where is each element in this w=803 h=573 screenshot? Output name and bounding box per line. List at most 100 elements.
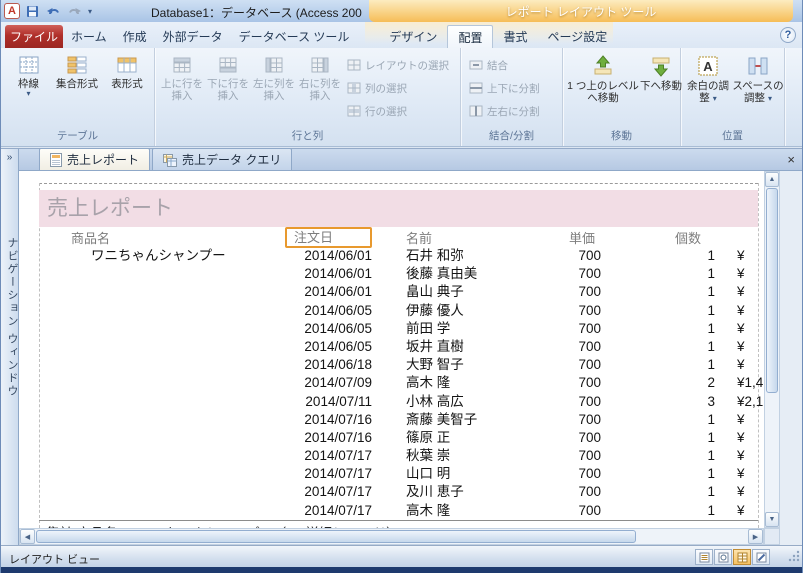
tab-create[interactable]: 作成	[115, 25, 155, 48]
cell-order-date[interactable]: 2014/07/16	[279, 411, 372, 429]
redo-button[interactable]	[66, 3, 83, 20]
tab-format[interactable]: 書式	[493, 25, 537, 48]
cell-name[interactable]: 斎藤 美智子	[406, 411, 477, 429]
cell-name[interactable]: 前田 学	[406, 320, 450, 338]
cell-quantity[interactable]: 1	[659, 283, 715, 301]
cell-quantity[interactable]: 1	[659, 302, 715, 320]
stacked-layout-button[interactable]: 集合形式	[52, 51, 102, 129]
report-title[interactable]: 売上レポート	[39, 190, 758, 227]
cell-quantity[interactable]: 1	[659, 320, 715, 338]
vertical-scrollbar[interactable]: ▲ ▼	[764, 171, 780, 528]
cell-total[interactable]: ¥	[737, 283, 745, 301]
horizontal-scrollbar[interactable]: ◀ ▶	[19, 528, 764, 545]
cell-name[interactable]: 石井 和弥	[406, 247, 464, 265]
cell-total[interactable]: ¥	[737, 465, 745, 483]
cell-order-date[interactable]: 2014/06/01	[279, 265, 372, 283]
cell-total[interactable]: ¥2,1	[737, 393, 763, 411]
tab-home[interactable]: ホーム	[63, 25, 115, 48]
cell-total[interactable]: ¥	[737, 447, 745, 465]
design-view-button[interactable]	[752, 549, 770, 565]
header-quantity[interactable]: 個数	[639, 230, 701, 247]
cell-unit-price[interactable]: 700	[540, 447, 601, 465]
tab-design[interactable]: デザイン	[379, 25, 447, 48]
cell-total[interactable]: ¥	[737, 356, 745, 374]
close-document-button[interactable]: ×	[787, 152, 795, 168]
cell-unit-price[interactable]: 700	[540, 411, 601, 429]
cell-total[interactable]: ¥	[737, 338, 745, 356]
nav-pane-expand-button[interactable]: »	[1, 149, 18, 167]
access-app-icon[interactable]: A	[4, 3, 20, 19]
cell-unit-price[interactable]: 700	[540, 393, 601, 411]
select-layout-button[interactable]: レイアウトの選択	[343, 55, 453, 75]
cell-order-date[interactable]: 2014/07/17	[279, 483, 372, 501]
insert-column-left-button[interactable]: 左に列を挿入	[251, 51, 297, 129]
cell-total[interactable]: ¥	[737, 429, 745, 447]
scroll-up-button[interactable]: ▲	[765, 172, 779, 187]
cell-unit-price[interactable]: 700	[540, 338, 601, 356]
cell-quantity[interactable]: 1	[659, 447, 715, 465]
layout-view-button[interactable]	[733, 549, 751, 565]
cell-product[interactable]: ワニちゃんシャンプー	[91, 247, 226, 265]
tab-arrange[interactable]: 配置	[447, 25, 494, 48]
cell-order-date[interactable]: 2014/06/01	[279, 247, 372, 265]
adjust-margins-button[interactable]: A 余白の調整 ▾	[685, 51, 731, 129]
cell-quantity[interactable]: 1	[659, 483, 715, 501]
tab-database-tools[interactable]: データベース ツール	[231, 25, 358, 48]
cell-name[interactable]: 大野 智子	[406, 356, 464, 374]
split-vertical-button[interactable]: 上下に分割	[465, 78, 544, 98]
cell-unit-price[interactable]: 700	[540, 302, 601, 320]
cell-order-date[interactable]: 2014/06/05	[279, 320, 372, 338]
navigation-pane-collapsed[interactable]: » ナビゲーション ウィンドウ	[1, 148, 19, 545]
cell-order-date[interactable]: 2014/07/16	[279, 429, 372, 447]
header-name[interactable]: 名前	[406, 230, 432, 247]
cell-order-date[interactable]: 2014/07/17	[279, 465, 372, 483]
insert-row-above-button[interactable]: 上に行を挿入	[159, 51, 205, 129]
cell-order-date[interactable]: 2014/06/01	[279, 283, 372, 301]
cell-unit-price[interactable]: 700	[540, 356, 601, 374]
cell-total[interactable]: ¥	[737, 411, 745, 429]
cell-order-date[interactable]: 2014/07/17	[279, 447, 372, 465]
adjust-spacing-button[interactable]: スペースの調整 ▾	[731, 51, 785, 129]
cell-unit-price[interactable]: 700	[540, 465, 601, 483]
scroll-right-button[interactable]: ▶	[748, 529, 763, 544]
merge-button[interactable]: 結合	[465, 55, 544, 75]
cell-order-date[interactable]: 2014/06/05	[279, 338, 372, 356]
save-button[interactable]	[24, 3, 41, 20]
cell-name[interactable]: 秋葉 崇	[406, 447, 450, 465]
gridlines-button[interactable]: 枠線 ▾	[5, 51, 52, 129]
cell-total[interactable]: ¥	[737, 502, 745, 520]
select-row-button[interactable]: 行の選択	[343, 101, 453, 121]
cell-quantity[interactable]: 1	[659, 411, 715, 429]
cell-quantity[interactable]: 3	[659, 393, 715, 411]
undo-button[interactable]	[45, 3, 62, 20]
cell-unit-price[interactable]: 700	[540, 502, 601, 520]
cell-name[interactable]: 後藤 真由美	[406, 265, 477, 283]
qat-customize-dropdown[interactable]: ▾	[88, 7, 92, 16]
cell-quantity[interactable]: 1	[659, 429, 715, 447]
cell-order-date[interactable]: 2014/06/18	[279, 356, 372, 374]
report-title-band[interactable]: 売上レポート	[39, 190, 758, 227]
tabular-layout-button[interactable]: 表形式	[102, 51, 152, 129]
cell-order-date[interactable]: 2014/06/05	[279, 302, 372, 320]
cell-name[interactable]: 伊藤 優人	[406, 302, 464, 320]
cell-total[interactable]: ¥	[737, 265, 745, 283]
cell-quantity[interactable]: 1	[659, 247, 715, 265]
move-down-button[interactable]: 下へ移動	[639, 51, 683, 129]
move-up-level-button[interactable]: 1 つ上のレベルへ移動	[567, 51, 639, 129]
cell-total[interactable]: ¥1,4	[737, 374, 763, 392]
cell-name[interactable]: 山口 明	[406, 465, 450, 483]
header-order-date-selected[interactable]: 注文日	[285, 227, 372, 248]
tab-file[interactable]: ファイル	[5, 25, 63, 48]
cell-quantity[interactable]: 1	[659, 356, 715, 374]
header-product[interactable]: 商品名	[71, 230, 110, 247]
horizontal-scroll-thumb[interactable]	[36, 530, 636, 543]
cell-unit-price[interactable]: 700	[540, 283, 601, 301]
cell-unit-price[interactable]: 700	[540, 483, 601, 501]
doc-tab-sales-report[interactable]: 売上レポート	[39, 148, 151, 170]
cell-name[interactable]: 畠山 典子	[406, 283, 464, 301]
cell-quantity[interactable]: 1	[659, 265, 715, 283]
cell-total[interactable]: ¥	[737, 483, 745, 501]
cell-total[interactable]: ¥	[737, 247, 745, 265]
split-horizontal-button[interactable]: 左右に分割	[465, 101, 544, 121]
cell-unit-price[interactable]: 700	[540, 429, 601, 447]
